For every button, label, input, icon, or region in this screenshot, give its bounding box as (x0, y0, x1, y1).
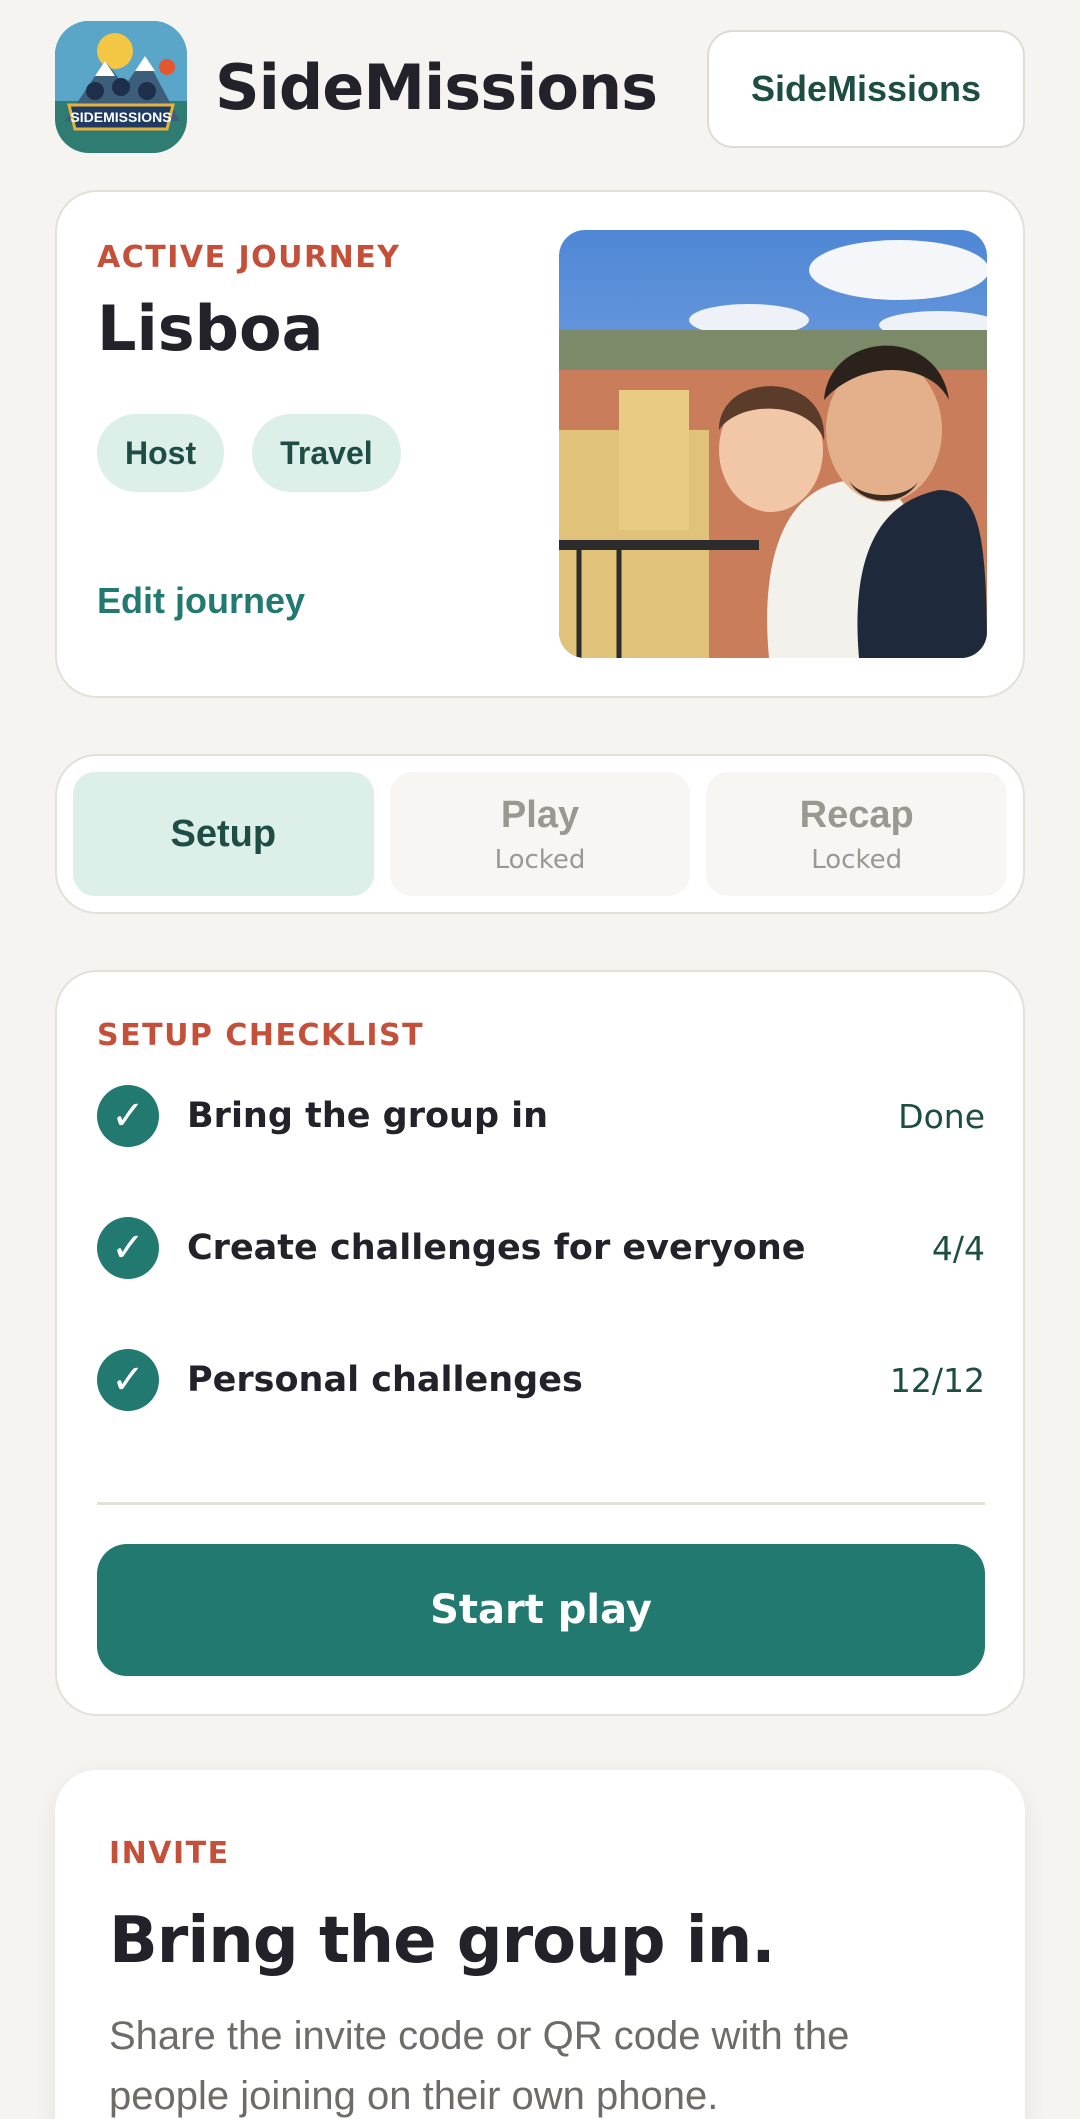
checklist-divider (97, 1502, 985, 1505)
checklist-item[interactable]: ✓ Create challenges for everyone 4/4 (97, 1216, 985, 1280)
tab-play-locked: Locked (494, 844, 586, 875)
checklist-eyebrow: SETUP CHECKLIST (97, 1018, 425, 1053)
edit-journey-link[interactable]: Edit journey (97, 580, 305, 622)
active-journey-card: ACTIVE JOURNEY Lisboa Host Travel Edit j… (55, 190, 1025, 698)
invite-eyebrow: INVITE (109, 1836, 230, 1871)
journey-cover-photo[interactable] (559, 230, 987, 658)
invite-card: INVITE Bring the group in. Share the inv… (55, 1770, 1025, 2119)
check-icon: ✓ (97, 1217, 159, 1279)
setup-checklist-card: SETUP CHECKLIST ✓ Bring the group in Don… (55, 970, 1025, 1716)
tag-host: Host (97, 414, 225, 492)
checklist-item[interactable]: ✓ Bring the group in Done (97, 1084, 985, 1148)
header-app-button[interactable]: SideMissions (707, 30, 1025, 148)
logo-wordmark: SIDEMISSIONS (70, 109, 171, 125)
journey-name: Lisboa (97, 292, 324, 365)
tab-setup-label: Setup (170, 812, 277, 855)
start-play-button[interactable]: Start play (97, 1544, 985, 1676)
tab-setup[interactable]: Setup (73, 772, 374, 896)
journey-eyebrow: ACTIVE JOURNEY (97, 240, 401, 275)
journey-tags: Host Travel (97, 414, 401, 492)
tab-recap-locked: Locked (811, 844, 903, 875)
checklist-item-status: 4/4 (931, 1228, 985, 1268)
app-title: SideMissions (215, 50, 658, 124)
checklist-item-status: Done (898, 1096, 985, 1136)
invite-title: Bring the group in. (109, 1904, 776, 1978)
check-icon: ✓ (97, 1085, 159, 1147)
app-header: SIDEMISSIONS SideMissions SideMissions (55, 21, 1025, 153)
check-icon: ✓ (97, 1349, 159, 1411)
invite-description: Share the invite code or QR code with th… (109, 2014, 850, 2118)
tab-play-label: Play (500, 793, 580, 836)
tab-recap[interactable]: Recap Locked (706, 772, 1008, 896)
tab-recap-label: Recap (799, 793, 914, 836)
journey-phase-tabs: Setup Play Locked Recap Locked (55, 754, 1025, 914)
app-logo[interactable]: SIDEMISSIONS (55, 21, 187, 153)
checklist-item-status: 12/12 (889, 1360, 985, 1400)
checklist-item[interactable]: ✓ Personal challenges 12/12 (97, 1348, 985, 1412)
checklist-item-label: Create challenges for everyone (187, 1228, 806, 1268)
checklist-item-label: Bring the group in (187, 1096, 549, 1136)
tag-travel: Travel (252, 414, 401, 492)
checklist-item-label: Personal challenges (187, 1360, 583, 1400)
tab-play[interactable]: Play Locked (389, 772, 691, 896)
